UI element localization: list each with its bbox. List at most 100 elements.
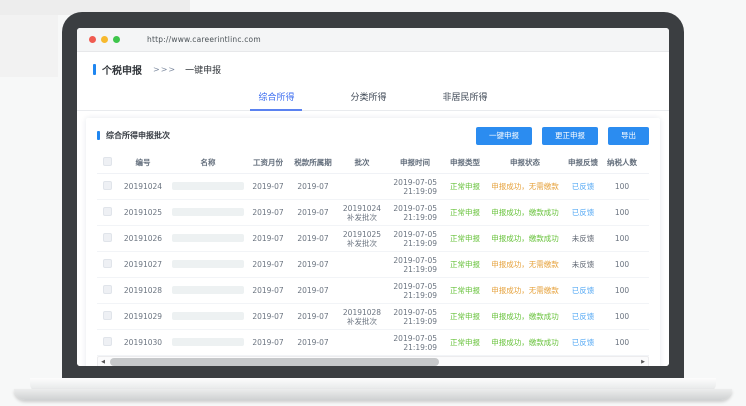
row-checkbox[interactable] (103, 259, 112, 268)
header-declare-type: 申报类型 (443, 153, 487, 174)
correct-declare-button[interactable]: 更正申报 (542, 127, 598, 145)
cell-truncated: 11 (641, 226, 649, 252)
section-title-group: 综合所得申报批次 (97, 130, 170, 141)
row-checkbox[interactable] (103, 207, 112, 216)
cell-declare-time: 2019-07-05 21:19:09 (387, 330, 443, 356)
batch-id: 20191025 (337, 230, 387, 239)
cell-name (169, 304, 247, 330)
cell-select (97, 174, 117, 200)
tab-nonresident-income[interactable]: 非居民所得 (435, 87, 496, 110)
table-row: 20191027 2019-07 2019-07 2 (97, 252, 649, 278)
declare-date: 2019-07-05 (387, 282, 437, 291)
redacted-name (172, 286, 244, 294)
cell-declare-feedback: 已反馈 (563, 174, 603, 200)
cell-declare-type: 正常申报 (443, 330, 487, 356)
cell-name (169, 252, 247, 278)
cell-name (169, 200, 247, 226)
cell-batch (337, 174, 387, 200)
row-checkbox[interactable] (103, 285, 112, 294)
background-shape-left (0, 15, 58, 77)
declare-type-text: 正常申报 (450, 208, 480, 217)
tab-comprehensive-income[interactable]: 综合所得 (250, 87, 302, 111)
redacted-name (172, 338, 244, 346)
declare-date: 2019-07-05 (387, 204, 437, 213)
redacted-name (172, 260, 244, 268)
cell-declare-feedback: 已反馈 (563, 330, 603, 356)
cell-id: 20191028 (117, 278, 169, 304)
declare-type-text: 正常申报 (450, 312, 480, 321)
cell-declare-type: 正常申报 (443, 278, 487, 304)
export-button[interactable]: 导出 (608, 127, 649, 145)
cell-declare-feedback: 未反馈 (563, 252, 603, 278)
declare-clock: 21:19:09 (387, 187, 437, 196)
cell-truncated: 11 (641, 200, 649, 226)
header-tax-period: 税款所属期 (289, 153, 337, 174)
cell-taxpayer-count: 100 (603, 252, 641, 278)
horizontal-scrollbar: ◀ ▶ (97, 356, 649, 366)
declare-feedback-text: 未反馈 (572, 234, 595, 243)
declare-date: 2019-07-05 (387, 256, 437, 265)
row-checkbox[interactable] (103, 311, 112, 320)
cell-id: 20191029 (117, 304, 169, 330)
url-bar[interactable]: http://www.careerintlinc.com (147, 35, 261, 44)
table-row: 20191028 2019-07 2019-07 2 (97, 278, 649, 304)
table-row: 20191026 2019-07 2019-07 20191025 补发批次 (97, 226, 649, 252)
window-minimize-icon (101, 36, 108, 43)
page-header: 个税申报 >>> 一键申报 (77, 52, 669, 81)
redacted-name (172, 312, 244, 320)
table-header-row: 编号 名称 工资月份 税款所属期 批次 申报时间 申报类型 申报状态 申报反馈 … (97, 153, 649, 174)
row-checkbox[interactable] (103, 233, 112, 242)
declare-feedback-text: 已反馈 (572, 208, 595, 217)
declare-feedback-text: 已反馈 (572, 312, 595, 321)
batch-label: 补发批次 (337, 239, 387, 248)
cell-select (97, 278, 117, 304)
cell-declare-type: 正常申报 (443, 174, 487, 200)
redacted-name (172, 208, 244, 216)
cell-declare-type: 正常申报 (443, 200, 487, 226)
scrollbar-track[interactable] (108, 357, 638, 366)
one-click-declare-button[interactable]: 一键申报 (476, 127, 532, 145)
table-row: 20191030 2019-07 2019-07 2 (97, 330, 649, 356)
section-accent-bar (97, 131, 100, 140)
declare-type-text: 正常申报 (450, 338, 480, 347)
cell-declare-type: 正常申报 (443, 226, 487, 252)
panel-header: 综合所得申报批次 一键申报 更正申报 导出 (97, 127, 649, 145)
row-checkbox[interactable] (103, 181, 112, 190)
cell-select (97, 304, 117, 330)
batch-table-wrapper: 编号 名称 工资月份 税款所属期 批次 申报时间 申报类型 申报状态 申报反馈 … (97, 153, 649, 357)
tab-classified-income[interactable]: 分类所得 (342, 87, 394, 110)
cell-declare-feedback: 已反馈 (563, 200, 603, 226)
row-checkbox[interactable] (103, 337, 112, 346)
cell-batch: 20191024 补发批次 (337, 200, 387, 226)
section-title: 综合所得申报批次 (106, 130, 170, 141)
declare-date: 2019-07-05 (387, 334, 437, 343)
cell-tax-period: 2019-07 (289, 252, 337, 278)
cell-truncated: 11 (641, 252, 649, 278)
declare-feedback-text: 已反馈 (572, 286, 595, 295)
declare-type-text: 正常申报 (450, 260, 480, 269)
header-taxpayer-count: 纳税人数 (603, 153, 641, 174)
scrollbar-thumb[interactable] (110, 358, 439, 366)
cell-declare-time: 2019-07-05 21:19:09 (387, 278, 443, 304)
cell-select (97, 330, 117, 356)
cell-declare-status: 申报成功，缴款成功 (487, 330, 563, 356)
cell-declare-feedback: 未反馈 (563, 226, 603, 252)
declare-feedback-text: 未反馈 (572, 260, 595, 269)
cell-declare-time: 2019-07-05 21:19:09 (387, 200, 443, 226)
cell-taxpayer-count: 100 (603, 304, 641, 330)
cell-tax-period: 2019-07 (289, 278, 337, 304)
cell-declare-time: 2019-07-05 21:19:09 (387, 174, 443, 200)
window-close-icon (89, 36, 96, 43)
cell-tax-period: 2019-07 (289, 330, 337, 356)
cell-declare-time: 2019-07-05 21:19:09 (387, 304, 443, 330)
select-all-checkbox[interactable] (103, 157, 112, 166)
declare-status-text: 申报成功，无需缴款 (491, 286, 559, 295)
cell-taxpayer-count: 100 (603, 330, 641, 356)
cell-declare-status: 申报成功，缴款成功 (487, 200, 563, 226)
scroll-left-icon[interactable]: ◀ (98, 360, 108, 365)
cell-name (169, 174, 247, 200)
cell-select (97, 252, 117, 278)
page-title: 个税申报 (102, 62, 142, 77)
scroll-right-icon[interactable]: ▶ (638, 360, 648, 365)
breadcrumb-separator: >>> (153, 65, 176, 74)
